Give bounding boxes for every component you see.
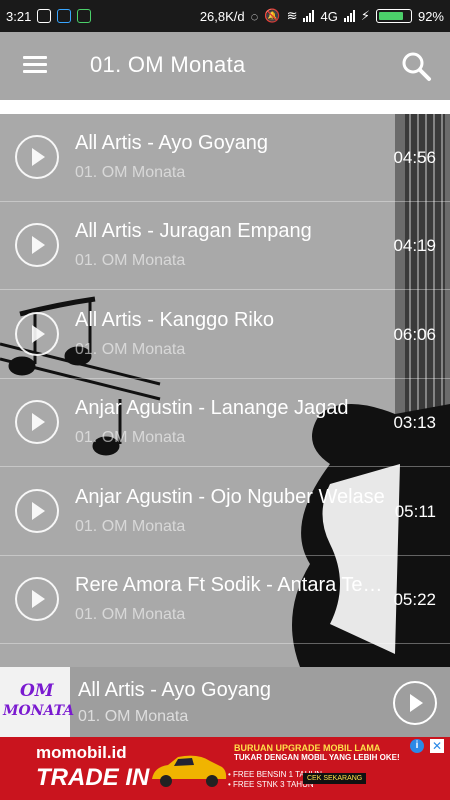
status-time: 3:21 (6, 8, 32, 24)
album-logo: OM MONATA (0, 667, 74, 737)
network-speed: 26,8K/d (199, 8, 245, 24)
song-album: 01. OM Monata (75, 341, 186, 358)
song-album: 01. OM Monata (75, 518, 186, 535)
song-title: Anjar Agustin - Lanange Jagad (75, 397, 349, 419)
list-item[interactable]: Anjar Agustin - Ojo Nguber Welase 01. OM… (0, 468, 450, 556)
ad-banner[interactable]: momobil.id TRADE IN BURUAN UPGRADE MOBIL… (0, 737, 450, 800)
song-duration: 03:13 (393, 413, 436, 432)
song-duration: 06:06 (393, 325, 436, 344)
list-item[interactable]: All Artis - Kanggo Riko 01. OM Monata 06… (0, 291, 450, 379)
song-duration: 04:19 (393, 236, 436, 255)
play-button[interactable] (393, 681, 437, 725)
song-duration: 04:56 (393, 148, 436, 167)
song-album: 01. OM Monata (75, 606, 186, 623)
ad-info-icon[interactable]: i (410, 739, 424, 753)
song-title: All Artis - Juragan Empang (75, 220, 312, 242)
search-icon[interactable] (400, 50, 432, 82)
sim-icon (37, 9, 52, 23)
cloud-icon (57, 9, 72, 23)
song-title: Rere Amora Ft Sodik - Antara Teman Dan K… (75, 574, 385, 596)
ad-headline: TRADE IN (36, 764, 150, 791)
song-title: All Artis - Ayo Goyang (75, 132, 269, 154)
song-title: All Artis - Kanggo Riko (75, 309, 274, 331)
now-playing-bar[interactable]: OM MONATA All Artis - Ayo Goyang 01. OM … (0, 667, 450, 737)
play-icon[interactable] (15, 400, 59, 444)
play-icon[interactable] (15, 135, 59, 179)
logo-text-monata: MONATA (3, 703, 75, 719)
list-item[interactable]: All Artis - Ayo Goyang 01. OM Monata 04:… (0, 114, 450, 202)
sync-icon: ◌ (250, 8, 259, 24)
ad-brand: momobil.id (36, 743, 127, 762)
logo-text-om: OM (20, 681, 54, 701)
play-icon[interactable] (15, 312, 59, 356)
play-icon[interactable] (15, 577, 59, 621)
song-duration: 05:22 (393, 590, 436, 609)
status-bar: 3:21 26,8K/d ◌ 🔕 ≋ 4G ⚡ 92% (0, 0, 450, 32)
mute-bell-icon: 🔕 (264, 8, 281, 23)
song-list[interactable]: All Artis - Ayo Goyang 01. OM Monata 04:… (0, 114, 450, 667)
signal-icon (303, 10, 315, 22)
ad-line-1: BURUAN UPGRADE MOBIL LAMA (234, 743, 381, 753)
ad-cta-button[interactable]: CEK SEKARANG (303, 773, 367, 784)
battery-percent: 92% (417, 8, 444, 24)
song-duration: 05:11 (394, 502, 436, 521)
network-type: 4G (320, 8, 338, 24)
hamburger-menu-icon[interactable] (23, 56, 47, 74)
now-playing-album: 01. OM Monata (78, 708, 189, 725)
play-icon[interactable] (15, 223, 59, 267)
song-title: Anjar Agustin - Ojo Nguber Welase (75, 486, 385, 508)
ad-close-icon[interactable]: ✕ (430, 739, 444, 753)
list-item[interactable]: All Artis - Juragan Empang 01. OM Monata… (0, 202, 450, 290)
now-playing-title: All Artis - Ayo Goyang (78, 679, 272, 701)
charging-icon: ⚡ (360, 8, 370, 23)
android-icon (77, 9, 92, 23)
battery-icon (375, 9, 412, 23)
car-icon (152, 755, 227, 787)
wifi-icon: ≋ (286, 8, 298, 23)
ad-line-4: • FREE STNK 3 TAHUN (228, 780, 314, 789)
list-item[interactable]: Rere Amora Ft Sodik - Antara Teman Dan K… (0, 556, 450, 644)
song-album: 01. OM Monata (75, 164, 186, 181)
play-icon[interactable] (15, 489, 59, 533)
song-album: 01. OM Monata (75, 252, 186, 269)
toolbar-divider (0, 100, 450, 114)
page-title: 01. OM Monata (90, 52, 246, 77)
ad-line-2: TUKAR DENGAN MOBIL YANG LEBIH OKE! (234, 753, 400, 762)
signal-icon-2 (343, 10, 355, 22)
list-item[interactable]: Anjar Agustin - Lanange Jagad 01. OM Mon… (0, 379, 450, 467)
app-toolbar: 01. OM Monata (0, 32, 450, 102)
song-album: 01. OM Monata (75, 429, 186, 446)
